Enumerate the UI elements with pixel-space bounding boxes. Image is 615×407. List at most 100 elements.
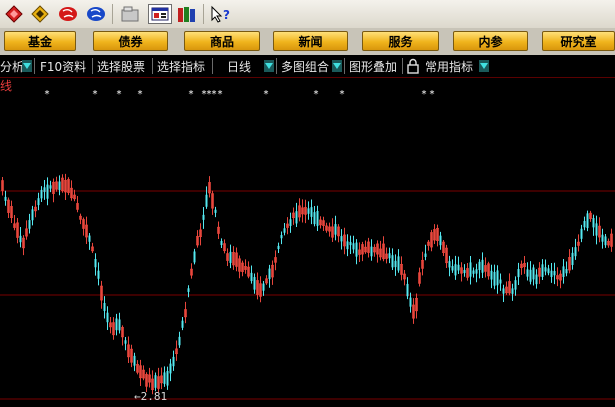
event-marker-icon: * xyxy=(314,89,319,100)
candle-body xyxy=(463,269,466,274)
candle-body xyxy=(124,340,127,344)
candle-body xyxy=(58,181,61,190)
separator xyxy=(402,58,403,74)
common-indicators-menu[interactable]: 常用指标 xyxy=(425,55,473,77)
candle-body xyxy=(166,371,169,386)
candle-body xyxy=(277,245,280,249)
candle-body xyxy=(346,241,349,250)
candle-body xyxy=(163,372,166,384)
dropdown-arrow-icon[interactable] xyxy=(22,60,32,72)
candle-body xyxy=(334,224,337,235)
candle-body xyxy=(310,207,313,217)
candle-body xyxy=(388,253,391,259)
event-marker-icon: * xyxy=(430,89,435,100)
candle-body xyxy=(514,280,517,290)
candle-body xyxy=(391,255,394,268)
candle-body xyxy=(553,271,556,276)
candle-body xyxy=(481,259,484,273)
candle-body xyxy=(604,236,607,246)
candle-body xyxy=(19,235,22,243)
candle-body xyxy=(448,261,451,268)
candle-body xyxy=(550,270,553,277)
candle-body xyxy=(316,210,319,226)
menu-insider[interactable]: 内参 xyxy=(453,31,528,51)
candle-body xyxy=(496,270,499,286)
folder-icon[interactable] xyxy=(120,4,140,24)
candle-body xyxy=(424,253,427,257)
menu-research[interactable]: 研究室 xyxy=(542,31,615,51)
candle-body xyxy=(46,184,49,199)
red-diamond-icon[interactable] xyxy=(4,4,24,24)
candle-body xyxy=(352,243,355,250)
candle-body xyxy=(472,270,475,274)
f10-data-menu[interactable]: F10资料 xyxy=(40,55,86,77)
low-price-label: ←2.81 xyxy=(134,390,167,403)
candle-body xyxy=(562,266,565,277)
menu-service[interactable]: 服务 xyxy=(362,31,439,51)
candle-body xyxy=(397,256,400,271)
help-pointer-icon[interactable]: ? xyxy=(210,4,230,24)
candle-body xyxy=(583,220,586,228)
candle-body xyxy=(115,318,118,331)
svg-text:?: ? xyxy=(223,8,230,22)
event-marker-icon: * xyxy=(340,89,345,100)
menu-bond[interactable]: 债券 xyxy=(93,31,168,51)
menu-commodity[interactable]: 商品 xyxy=(184,31,260,51)
lock-icon[interactable] xyxy=(406,58,420,78)
multi-chart-menu[interactable]: 多图组合 xyxy=(281,55,329,77)
candle-body xyxy=(118,319,121,331)
window-icon[interactable] xyxy=(148,4,172,24)
blue-ball-icon[interactable] xyxy=(86,4,106,24)
event-marker-icon: * xyxy=(422,89,427,100)
candlestick-chart[interactable]: * * * * * * * * * * * * * *←2.81 xyxy=(0,77,615,403)
price-chart[interactable]: * * * * * * * * * * * * * * ←2.81 线 xyxy=(0,77,615,403)
red-ball-icon[interactable] xyxy=(58,4,78,24)
candle-body xyxy=(253,277,256,290)
event-marker-icon: * xyxy=(189,89,194,100)
candle-body xyxy=(469,262,472,277)
gold-diamond-icon[interactable] xyxy=(30,4,50,24)
candle-body xyxy=(592,218,595,228)
candle-body xyxy=(283,228,286,233)
analysis-menu[interactable]: 分析 xyxy=(0,55,24,77)
candle-body xyxy=(595,223,598,236)
separator xyxy=(212,58,213,74)
candle-body xyxy=(451,266,454,271)
toolbar-separator xyxy=(203,4,204,24)
candle-body xyxy=(541,264,544,277)
candle-body xyxy=(571,252,574,266)
candle-body xyxy=(43,187,46,192)
candle-body xyxy=(103,302,106,311)
menu-news[interactable]: 新闻 xyxy=(273,31,348,51)
candle-body xyxy=(502,288,505,294)
candle-body xyxy=(97,270,100,279)
toolbar-separator xyxy=(112,4,113,24)
menu-fund[interactable]: 基金 xyxy=(4,31,76,51)
period-selector[interactable]: 日线 xyxy=(227,55,251,77)
dropdown-arrow-icon[interactable] xyxy=(479,60,489,72)
dropdown-arrow-icon[interactable] xyxy=(264,60,274,72)
candle-body xyxy=(268,268,271,280)
candle-body xyxy=(355,242,358,257)
candle-body xyxy=(88,235,91,242)
candle-body xyxy=(178,336,181,346)
function-bar: 分析 F10资料 选择股票 选择指标 日线 多图组合 图形叠加 常用指标 xyxy=(0,55,615,78)
candle-body xyxy=(154,375,157,388)
select-stock-menu[interactable]: 选择股票 xyxy=(97,55,145,77)
candle-body xyxy=(493,272,496,286)
select-indicator-menu[interactable]: 选择指标 xyxy=(157,55,205,77)
candle-body xyxy=(394,260,397,268)
candle-body xyxy=(409,297,412,307)
dropdown-arrow-icon[interactable] xyxy=(332,60,342,72)
candle-body xyxy=(133,355,136,366)
event-marker-icon: * xyxy=(138,89,143,100)
candle-body xyxy=(475,269,478,274)
candle-body xyxy=(187,288,190,292)
overlay-menu[interactable]: 图形叠加 xyxy=(349,55,397,77)
candle-body xyxy=(565,268,568,274)
separator xyxy=(344,58,345,74)
candle-body xyxy=(580,228,583,239)
chart-title: 线 xyxy=(0,79,13,93)
books-icon[interactable] xyxy=(177,4,197,24)
candle-body xyxy=(106,312,109,323)
